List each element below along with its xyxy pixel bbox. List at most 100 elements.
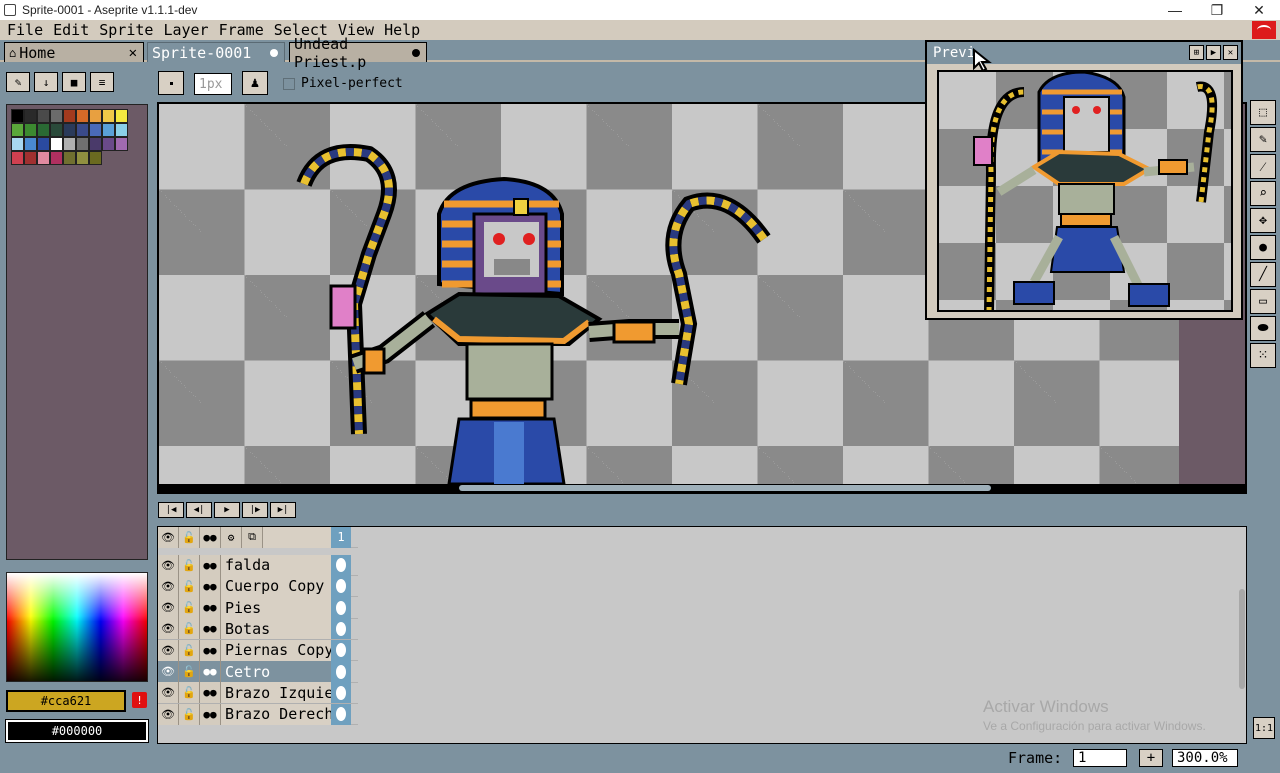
visibility-header-icon[interactable]: 👁 <box>158 526 179 548</box>
lock-icon[interactable]: 🔓 <box>179 639 200 661</box>
palette-swatch[interactable] <box>63 137 76 151</box>
brush-size-input[interactable]: 1px <box>194 73 232 95</box>
palette-swatch[interactable] <box>63 123 76 137</box>
frame-header[interactable]: 1 <box>331 526 351 548</box>
close-tab-icon[interactable]: ✕ <box>129 45 137 61</box>
next-frame-button[interactable]: |▶ <box>242 502 268 518</box>
eye-icon[interactable]: 👁 <box>158 639 179 661</box>
layer-name[interactable]: Cuerpo Copy <box>221 575 331 597</box>
lock-icon[interactable]: 🔓 <box>179 661 200 682</box>
minimize-button[interactable]: — <box>1154 0 1196 20</box>
palette-swatch[interactable] <box>11 151 24 165</box>
palette-swatch[interactable] <box>76 123 89 137</box>
layer-row[interactable]: 👁🔓●●Piernas Copy ( <box>158 639 358 662</box>
settings-gear-icon[interactable]: ⚙ <box>221 526 242 548</box>
layer-row[interactable]: 👁 🔓 ●● Cuerpo Copy <box>158 575 358 598</box>
palette-swatch[interactable] <box>24 151 37 165</box>
cel-keyframe[interactable] <box>331 618 351 640</box>
lock-icon[interactable]: 🔓 <box>179 554 200 576</box>
palette-swatch[interactable] <box>37 123 50 137</box>
palette-swatch[interactable] <box>50 151 63 165</box>
layer-name[interactable]: Brazo Izquierd <box>221 682 331 704</box>
palette-swatch[interactable] <box>11 109 24 123</box>
eye-icon[interactable]: 👁 <box>158 703 179 725</box>
lock-header-icon[interactable]: 🔓 <box>179 526 200 548</box>
paint-bucket-icon[interactable]: ● <box>1250 235 1276 260</box>
continuous-icon[interactable]: ●● <box>200 661 221 682</box>
tab-sprite-0001[interactable]: Sprite-0001 <box>147 42 285 62</box>
continuous-icon[interactable]: ●● <box>200 618 221 640</box>
palette-swatch[interactable] <box>24 123 37 137</box>
layer-row[interactable]: 👁🔓●●Brazo Izquierd <box>158 682 358 704</box>
palette-swatch[interactable] <box>76 137 89 151</box>
continuous-icon[interactable]: ●● <box>200 682 221 704</box>
spray-icon[interactable]: ⁙ <box>1250 343 1276 368</box>
line-icon[interactable]: ╱ <box>1250 262 1276 287</box>
first-frame-button[interactable]: |◀ <box>158 502 184 518</box>
aseprite-flag-icon[interactable] <box>1252 21 1276 39</box>
continuous-icon[interactable]: ●● <box>200 575 221 597</box>
preview-canvas[interactable] <box>937 70 1233 312</box>
restore-button[interactable]: ❐ <box>1196 0 1238 20</box>
continuous-icon[interactable]: ●● <box>200 554 221 576</box>
close-icon[interactable]: ✕ <box>1223 45 1238 60</box>
lock-icon[interactable]: 🔓 <box>179 597 200 619</box>
layer-name[interactable]: Brazo Derecho <box>221 703 331 725</box>
palette-swatch[interactable] <box>50 137 63 151</box>
preview-window[interactable]: Previ ⊞ ▶ ✕ <box>925 40 1243 320</box>
layer-name[interactable]: Botas <box>221 618 331 640</box>
cel-keyframe[interactable] <box>331 597 351 619</box>
eye-icon[interactable]: 👁 <box>158 682 179 704</box>
ink-type-icon[interactable]: ♟ <box>242 71 268 95</box>
menu-layer[interactable]: Layer <box>158 21 213 39</box>
tab-home[interactable]: ⌂ Home ✕ <box>4 42 144 62</box>
palette-swatch[interactable] <box>50 123 63 137</box>
edit-palette-button[interactable]: ✎ <box>6 72 30 92</box>
zoom-icon[interactable]: ⌕ <box>1250 181 1276 206</box>
eye-icon[interactable]: 👁 <box>158 661 179 682</box>
palette-swatch[interactable] <box>50 109 63 123</box>
continuous-header-icon[interactable]: ●● <box>200 526 221 548</box>
preview-mode-icon[interactable]: ⊞ <box>1189 45 1204 60</box>
palette-menu-button[interactable]: ≡ <box>90 72 114 92</box>
layer-row[interactable]: 👁 🔓 ●● Botas <box>158 618 358 640</box>
palette-swatch[interactable] <box>115 137 128 151</box>
onion-skin-icon[interactable]: ⧉ <box>242 526 263 548</box>
play-animation-button[interactable]: ▶ <box>214 502 240 518</box>
palette-swatch[interactable] <box>89 137 102 151</box>
palette-swatch[interactable] <box>24 109 37 123</box>
one-to-one-button[interactable]: 1:1 <box>1253 717 1275 739</box>
eye-icon[interactable]: 👁 <box>158 575 179 597</box>
layer-name[interactable]: Cetro <box>221 661 331 682</box>
palette-swatch[interactable] <box>89 151 102 165</box>
layer-row[interactable]: 👁 🔓 ●● Pies <box>158 597 358 619</box>
layer-row[interactable]: 👁 🔓 ●● Brazo Derecho <box>158 703 358 726</box>
layer-row[interactable]: 👁 🔓 ●● Cetro <box>158 661 358 683</box>
continuous-icon[interactable]: ●● <box>200 597 221 619</box>
cel-keyframe[interactable] <box>331 682 351 704</box>
layer-name[interactable]: Piernas Copy ( <box>221 639 331 661</box>
warning-icon[interactable]: ! <box>132 692 147 708</box>
palette-swatch[interactable] <box>102 137 115 151</box>
play-icon[interactable]: ▶ <box>1206 45 1221 60</box>
menu-sprite[interactable]: Sprite <box>94 21 158 39</box>
brush-type-button[interactable] <box>158 71 184 95</box>
layer-row[interactable]: 👁 🔓 ●● falda <box>158 554 358 576</box>
palette-swatch[interactable] <box>11 137 24 151</box>
eyedropper-icon[interactable]: ⁄ <box>1250 154 1276 179</box>
layer-name[interactable]: Pies <box>221 597 331 619</box>
color-spectrum[interactable] <box>6 572 148 682</box>
move-icon[interactable]: ✥ <box>1250 208 1276 233</box>
eye-icon[interactable]: 👁 <box>158 554 179 576</box>
palette-swatch[interactable] <box>102 123 115 137</box>
palette-swatch[interactable] <box>37 109 50 123</box>
palette-swatch[interactable] <box>63 109 76 123</box>
palette-swatch[interactable] <box>37 151 50 165</box>
marquee-icon[interactable]: ⬚ <box>1250 100 1276 125</box>
last-frame-button[interactable]: ▶| <box>270 502 296 518</box>
palette-swatch[interactable] <box>115 109 128 123</box>
vertical-scrollbar[interactable] <box>1239 589 1245 689</box>
new-frame-button[interactable]: + <box>1139 749 1163 767</box>
background-color-button[interactable]: #000000 <box>5 719 149 743</box>
modified-dot-icon[interactable] <box>270 49 278 57</box>
